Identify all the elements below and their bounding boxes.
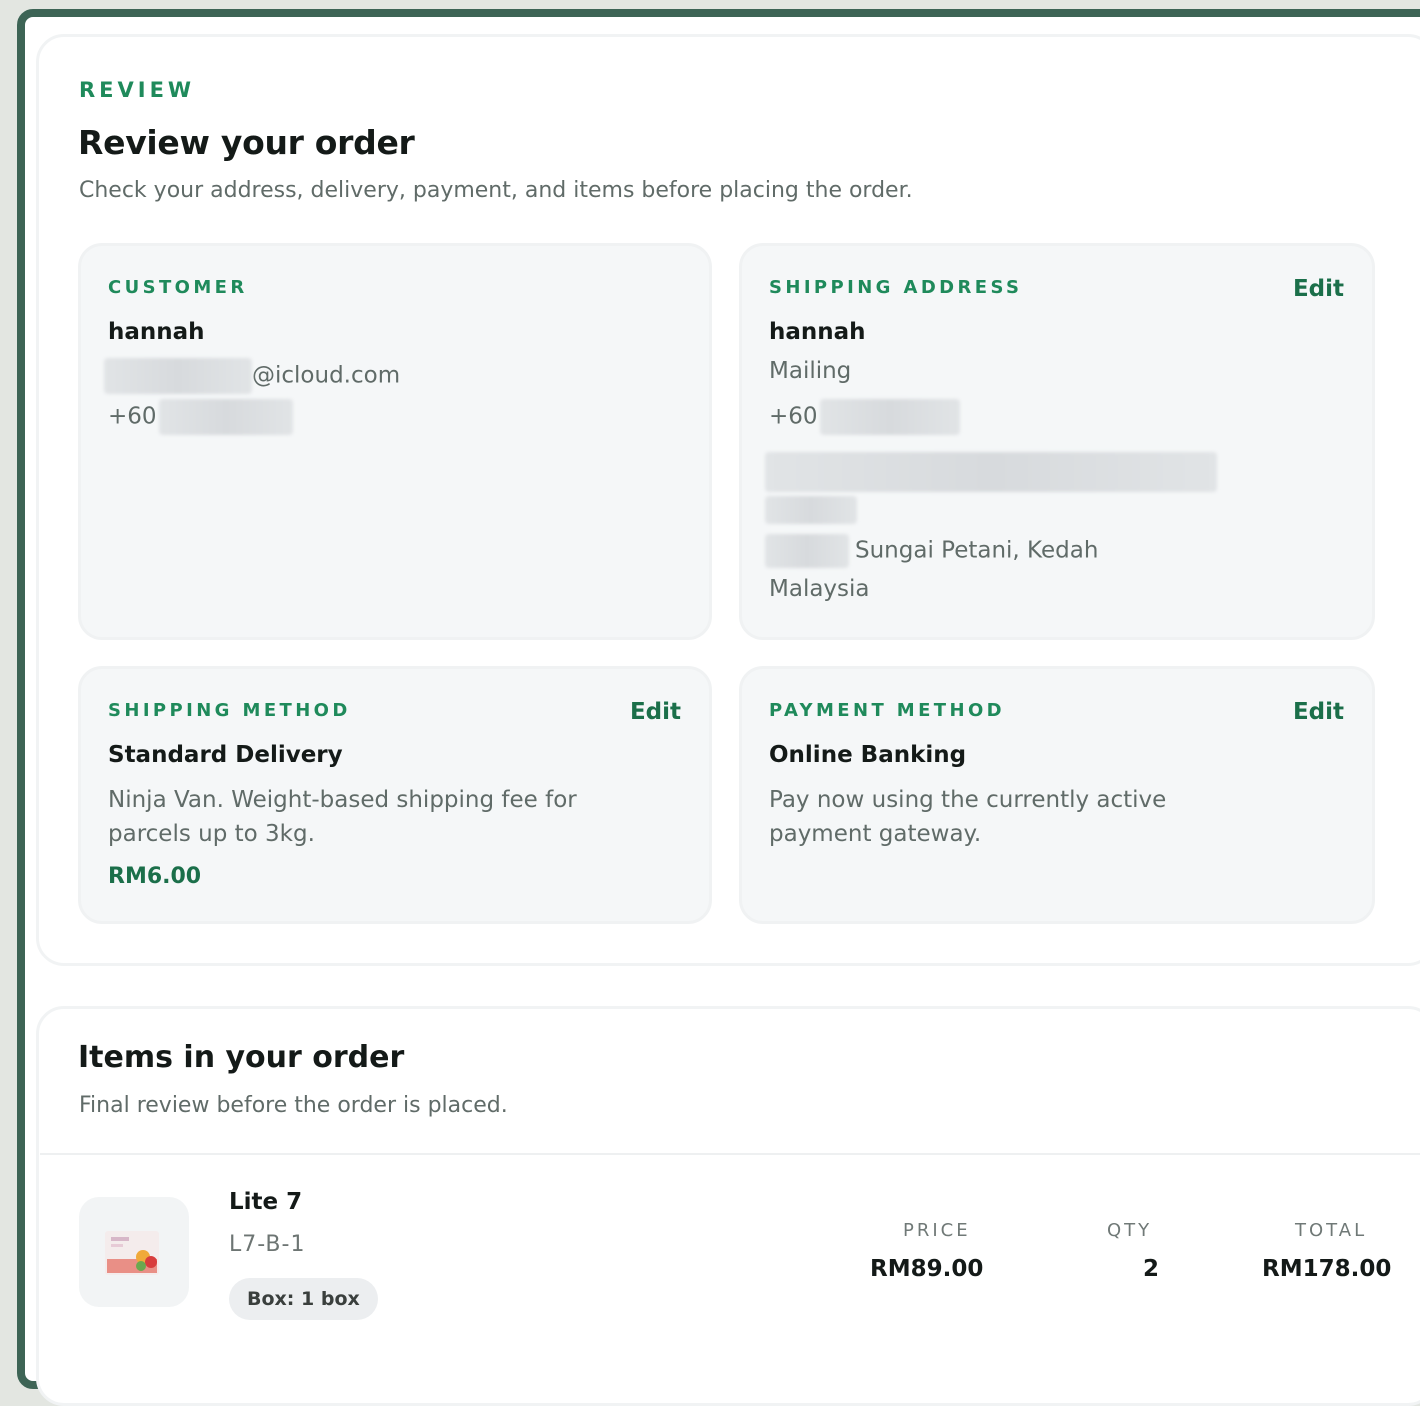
edit-shipping-address-button[interactable]: Edit: [1293, 276, 1344, 302]
address-phone-prefix: +60: [769, 403, 818, 430]
product-sku: L7-B-1: [229, 1232, 306, 1257]
redacted-street-line-1: [765, 452, 1217, 492]
customer-name: hannah: [108, 319, 205, 345]
page-title: Review your order: [78, 123, 415, 162]
items-divider: [40, 1153, 1420, 1155]
redacted-phone: [158, 399, 293, 435]
payment-method-description: Pay now using the currently active payme…: [769, 787, 1167, 847]
product-thumbnail: [79, 1197, 189, 1307]
product-total: RM178.00: [1262, 1256, 1392, 1282]
redacted-email: [104, 358, 252, 394]
items-subtitle: Final review before the order is placed.: [79, 1093, 508, 1118]
product-price: RM89.00: [870, 1256, 984, 1282]
price-column-header: PRICE: [903, 1220, 971, 1241]
customer-card: CUSTOMER hannah @icloud.com +60: [78, 243, 712, 640]
shipping-fee: RM6.00: [108, 864, 202, 889]
shipping-method-name: Standard Delivery: [108, 742, 343, 768]
edit-payment-method-button[interactable]: Edit: [1293, 699, 1344, 725]
review-eyebrow: REVIEW: [79, 78, 196, 102]
address-country: Malaysia: [769, 576, 870, 602]
address-recipient-name: hannah: [769, 319, 866, 345]
shipping-address-card: SHIPPING ADDRESS Edit hannah Mailing +60…: [739, 243, 1375, 640]
redacted-street-line-2: [765, 496, 857, 524]
address-phone: +60: [769, 399, 960, 435]
qty-column-header: QTY: [1107, 1220, 1153, 1241]
payment-method-card: PAYMENT METHOD Edit Online Banking Pay n…: [739, 666, 1375, 924]
product-variant-badge: Box: 1 box: [229, 1278, 378, 1320]
items-title: Items in your order: [78, 1040, 405, 1075]
payment-method-name: Online Banking: [769, 742, 967, 768]
payment-method-label: PAYMENT METHOD: [769, 700, 1005, 721]
redacted-postcode: [765, 534, 849, 568]
customer-email-domain: @icloud.com: [252, 362, 401, 389]
customer-email: @icloud.com: [104, 358, 400, 394]
address-city-state: Sungai Petani, Kedah: [855, 537, 1099, 564]
shipping-method-label: SHIPPING METHOD: [108, 700, 351, 721]
address-type: Mailing: [769, 358, 852, 384]
customer-label: CUSTOMER: [108, 277, 248, 298]
shipping-method-card: SHIPPING METHOD Edit Standard Delivery N…: [78, 666, 712, 924]
product-name: Lite 7: [229, 1189, 303, 1215]
redacted-address-phone: [819, 399, 960, 435]
product-image-icon: [105, 1231, 159, 1275]
edit-shipping-method-button[interactable]: Edit: [630, 699, 681, 725]
address-city-line: Sungai Petani, Kedah: [765, 534, 1098, 568]
shipping-address-label: SHIPPING ADDRESS: [769, 277, 1023, 298]
customer-phone: +60: [108, 399, 293, 435]
page-subtitle: Check your address, delivery, payment, a…: [79, 178, 913, 203]
total-column-header: TOTAL: [1295, 1220, 1368, 1241]
customer-phone-prefix: +60: [108, 403, 157, 430]
shipping-method-description: Ninja Van. Weight-based shipping fee for…: [108, 787, 577, 847]
product-quantity: 2: [1143, 1256, 1160, 1282]
